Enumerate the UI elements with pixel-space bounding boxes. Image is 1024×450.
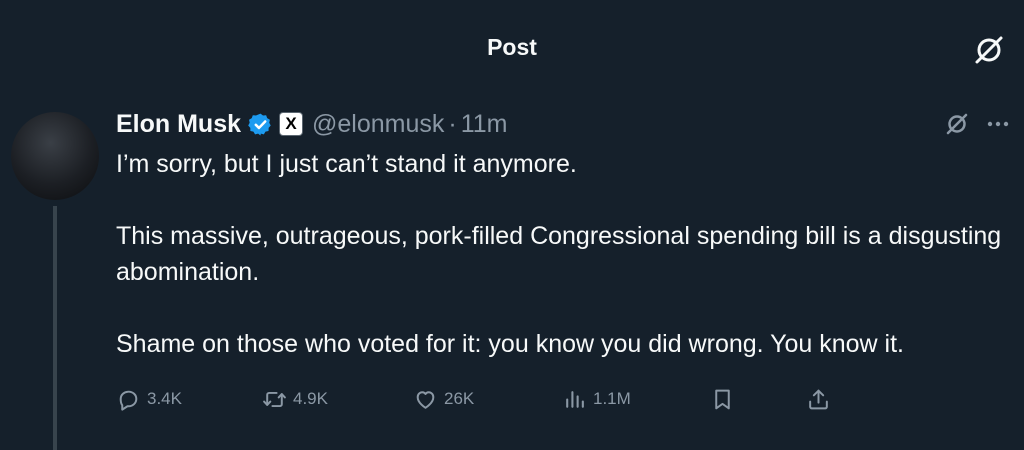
share-icon [809, 389, 828, 409]
affiliate-x-badge-icon: X [279, 112, 304, 136]
repost-button[interactable]: 4.9K [262, 384, 328, 414]
views-button[interactable]: 1.1M [562, 384, 631, 414]
like-count: 26K [444, 389, 475, 408]
more-icon[interactable] [984, 110, 1012, 138]
author-name[interactable]: Elon Musk [116, 110, 241, 139]
reply-button[interactable]: 3.4K [116, 384, 182, 414]
avatar[interactable] [11, 112, 99, 200]
post-timestamp[interactable]: 11m [461, 110, 508, 139]
post-paragraph: This massive, outrageous, pork-filled Co… [116, 222, 1002, 286]
bookmark-icon [715, 389, 730, 409]
post-paragraph: Shame on those who voted for it: you kno… [116, 330, 904, 358]
views-icon [566, 390, 584, 408]
author-handle[interactable]: @elonmusk [312, 110, 444, 139]
reply-icon [119, 390, 138, 411]
grok-icon[interactable] [972, 33, 1006, 67]
thread-line [53, 206, 57, 450]
post-page: Post Elon Musk X @elonmusk · 11m I’m sor… [0, 0, 1024, 450]
views-count: 1.1M [593, 389, 631, 408]
grok-icon[interactable] [943, 110, 971, 138]
repost-count: 4.9K [293, 389, 328, 408]
action-bar: 3.4K 4.9K 26K 1.1M [116, 384, 836, 414]
bookmark-button[interactable] [710, 384, 735, 414]
reply-count: 3.4K [147, 389, 182, 408]
post-text: I’m sorry, but I just can’t stand it any… [116, 146, 1006, 362]
post-paragraph: I’m sorry, but I just can’t stand it any… [116, 150, 577, 178]
like-button[interactable]: 26K [413, 384, 474, 414]
like-icon [416, 390, 435, 409]
page-title: Post [487, 34, 537, 60]
author-row: Elon Musk X @elonmusk · 11m [116, 106, 508, 142]
verified-badge-icon [248, 113, 271, 135]
separator-dot: · [448, 109, 457, 138]
share-button[interactable] [806, 384, 831, 414]
top-bar: Post [0, 0, 1024, 96]
repost-icon [263, 391, 286, 407]
